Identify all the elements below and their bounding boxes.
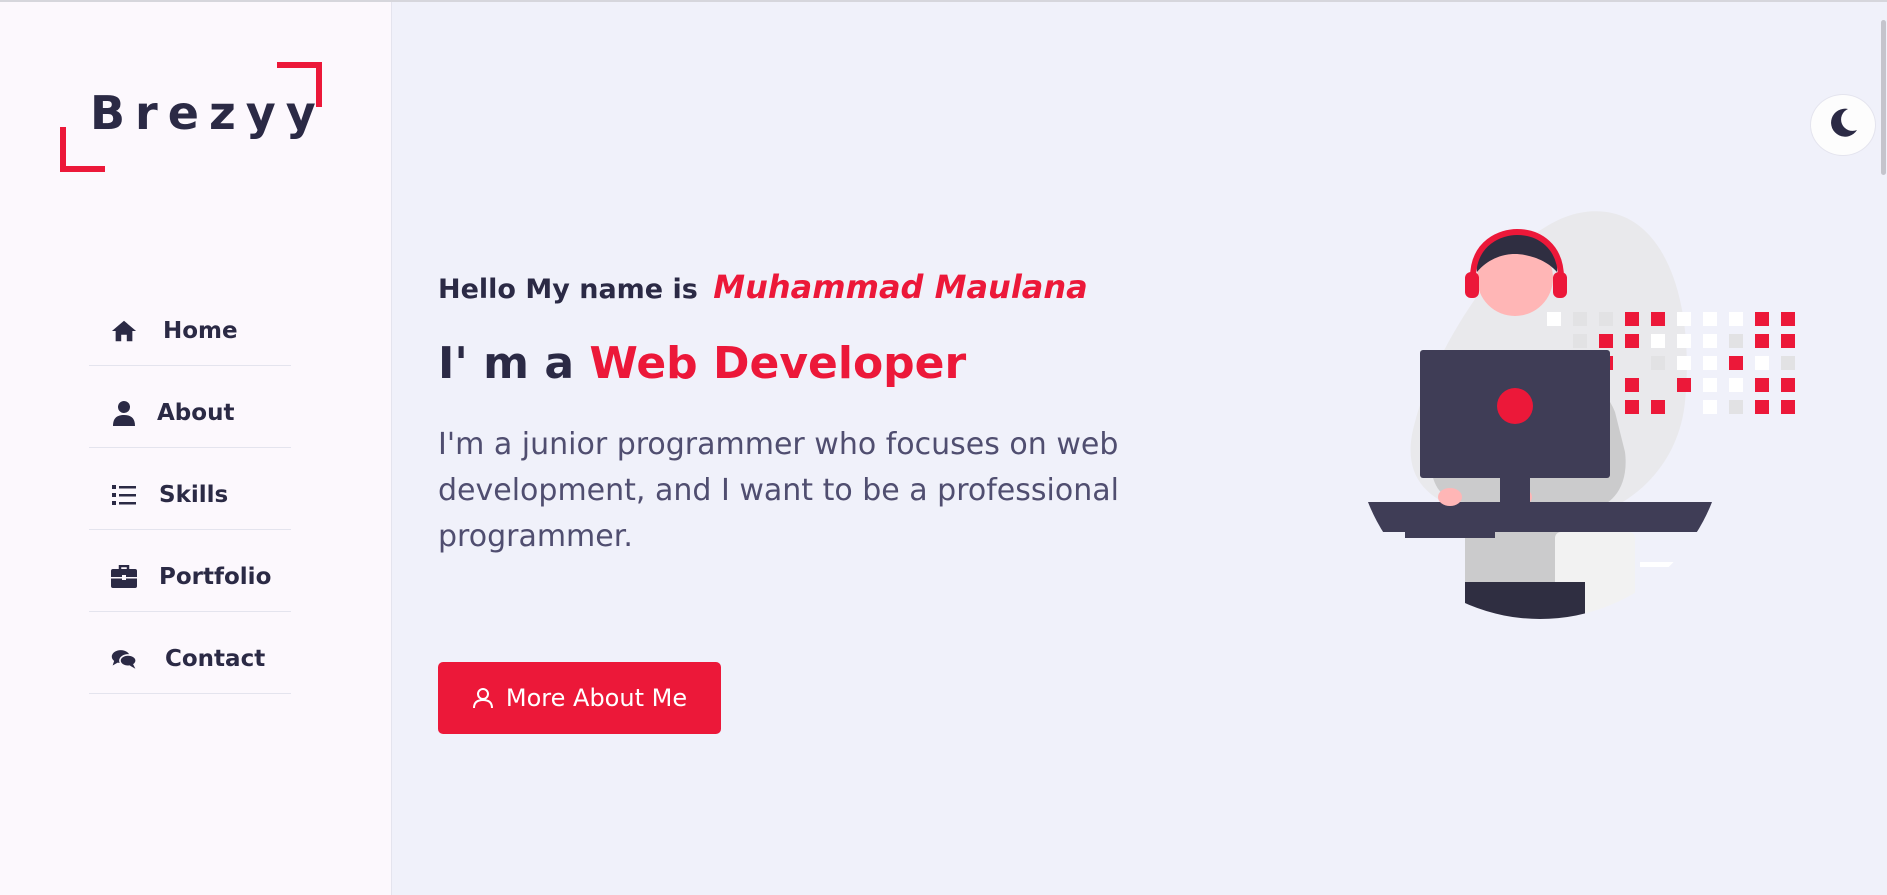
nav-label-about: About [157,399,235,426]
nav-item-contact[interactable]: Contact [89,612,291,694]
scrollbar[interactable] [1879,2,1887,895]
more-about-me-button[interactable]: More About Me [438,662,721,734]
sidebar: Brezyy Home About Skills Portfolio Conta… [0,2,392,895]
greeting-line: Hello My name is Muhammad Maulana [438,268,1088,306]
user-outline-icon [472,687,494,709]
role-prefix: I' m a [438,338,575,389]
nav-item-about[interactable]: About [89,366,291,448]
scrollbar-thumb[interactable] [1881,20,1886,175]
user-icon [111,400,137,426]
list-icon [111,482,137,508]
role-heading: I' m a Web Developer [438,338,966,389]
nav-label-contact: Contact [165,645,266,672]
nav-label-home: Home [163,317,238,344]
main-nav: Home About Skills Portfolio Contact [89,284,291,694]
intro-description: I'm a junior programmer who focuses on w… [438,427,1119,554]
logo-text: Brezyy [90,86,326,140]
more-about-me-label: More About Me [505,684,688,712]
home-icon [111,318,137,344]
nav-item-skills[interactable]: Skills [89,448,291,530]
nav-label-skills: Skills [159,481,229,508]
role-title: Web Developer [589,338,967,389]
comments-icon [111,646,137,672]
author-name: Muhammad Maulana [713,268,1088,306]
logo[interactable]: Brezyy [60,60,322,172]
main-content: Hello My name is Muhammad Maulana I' m a… [393,2,1887,895]
developer-illustration [1305,202,1873,632]
nav-label-portfolio: Portfolio [159,563,272,590]
theme-toggle-button[interactable] [1810,94,1876,156]
nav-item-portfolio[interactable]: Portfolio [89,530,291,612]
briefcase-icon [111,564,137,590]
nav-item-home[interactable]: Home [89,284,291,366]
greeting-text: Hello My name is [438,274,698,305]
moon-icon [1826,106,1860,144]
